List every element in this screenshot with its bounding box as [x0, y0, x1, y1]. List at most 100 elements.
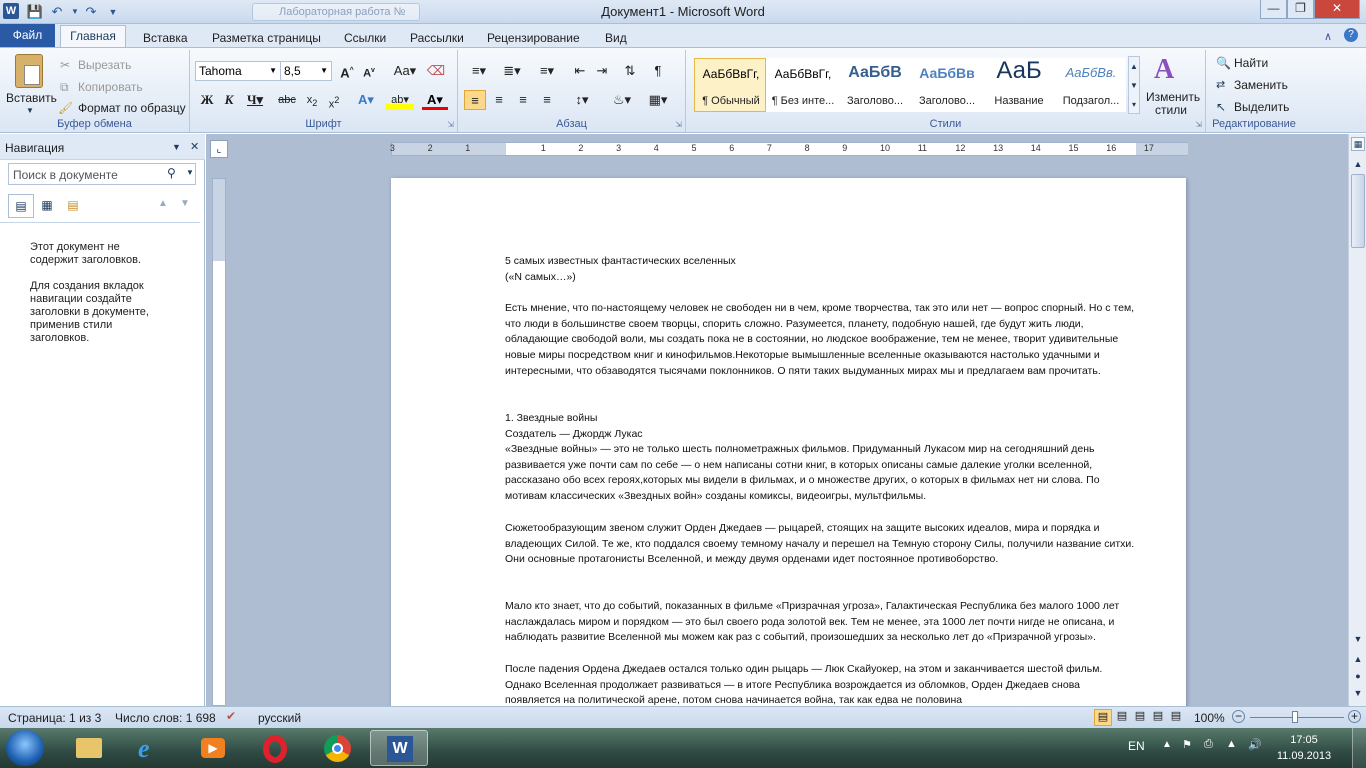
clear-formatting-icon[interactable]: ⌫	[426, 61, 446, 81]
paste-dropdown-icon[interactable]: ▼	[26, 106, 34, 115]
tab-references[interactable]: Ссылки	[344, 28, 386, 48]
explorer-taskbar-icon[interactable]	[60, 730, 118, 766]
styles-dialog-launcher-icon[interactable]: ⇲	[1195, 120, 1202, 129]
nav-search-input[interactable]: Поиск в документе ⚲ ▼	[8, 163, 196, 185]
prev-page-icon[interactable]: ▲	[1350, 654, 1366, 664]
search-icon[interactable]: ⚲	[167, 166, 176, 180]
tab-file[interactable]: Файл	[0, 24, 55, 47]
paste-icon[interactable]	[15, 54, 43, 88]
minimize-button[interactable]: —	[1260, 0, 1287, 19]
draft-icon[interactable]: ▤	[1168, 709, 1184, 722]
borders-icon[interactable]: ▦▾	[644, 90, 672, 110]
sort-icon[interactable]: ⇅	[620, 61, 640, 81]
clock-date[interactable]: 11.09.2013	[1268, 750, 1340, 762]
nav-results-tab-icon[interactable]: ▤	[60, 194, 86, 218]
zoom-in-icon[interactable]: +	[1348, 710, 1361, 723]
underline-icon[interactable]: Ч▾	[244, 90, 266, 110]
word-count[interactable]: Число слов: 1 698	[115, 711, 216, 725]
tab-insert[interactable]: Вставка	[143, 28, 188, 48]
styles-scroll[interactable]: ▲ ▼ ▾	[1128, 56, 1140, 114]
tab-view[interactable]: Вид	[605, 28, 627, 48]
italic-icon[interactable]: К	[220, 90, 238, 110]
replace-icon[interactable]: ⇄	[1216, 78, 1225, 91]
help-icon[interactable]: ?	[1344, 28, 1358, 42]
format-painter-button[interactable]: Формат по образцу	[78, 101, 186, 115]
scroll-thumb[interactable]	[1351, 174, 1365, 248]
media-player-taskbar-icon[interactable]: ▶	[184, 730, 242, 766]
zoom-out-icon[interactable]: −	[1232, 710, 1245, 723]
style-heading-2[interactable]: АаБбВв Заголово...	[910, 58, 982, 112]
language-indicator[interactable]: EN	[1128, 739, 1145, 753]
show-desktop-button[interactable]	[1352, 728, 1366, 768]
replace-button[interactable]: Заменить	[1234, 78, 1288, 92]
view-ruler-icon[interactable]: ▦	[1351, 137, 1365, 151]
tab-page-layout[interactable]: Разметка страницы	[212, 28, 321, 48]
multilevel-list-icon[interactable]: ≡▾	[534, 61, 560, 81]
zoom-slider-thumb[interactable]	[1292, 711, 1298, 723]
shrink-font-icon[interactable]: Av	[360, 61, 378, 81]
format-painter-icon[interactable]: 🖌	[58, 101, 73, 115]
highlight-icon[interactable]: ab▾	[386, 90, 414, 110]
paste-button[interactable]: Вставить	[6, 91, 57, 105]
nav-close-icon[interactable]: ✕	[190, 140, 199, 153]
binoculars-icon[interactable]: 🔍	[1216, 56, 1231, 70]
printer-icon[interactable]: ⎙	[1204, 738, 1213, 751]
tab-home[interactable]: Главная	[60, 25, 126, 48]
next-page-icon[interactable]: ▼	[1350, 688, 1366, 698]
nav-headings-tab-icon[interactable]: ▤	[8, 194, 34, 218]
font-color-icon[interactable]: A▾	[422, 90, 448, 110]
justify-icon[interactable]: ≡	[536, 90, 558, 110]
style-subtitle[interactable]: АаБбВв. Подзагол...	[1054, 58, 1126, 112]
tab-review[interactable]: Рецензирование	[487, 28, 580, 48]
select-icon[interactable]: ↖	[1216, 100, 1226, 114]
align-left-icon[interactable]: ≡	[464, 90, 486, 110]
grow-font-icon[interactable]: A^	[338, 61, 356, 81]
scroll-down-icon[interactable]: ▼	[1350, 634, 1366, 644]
font-name-combo[interactable]: Tahoma ▼	[195, 61, 281, 81]
find-button[interactable]: Найти	[1234, 56, 1268, 70]
volume-icon[interactable]: 🔊	[1248, 738, 1262, 751]
print-layout-icon[interactable]: ▤	[1094, 709, 1112, 726]
font-size-combo[interactable]: 8,5 ▼	[280, 61, 332, 81]
language[interactable]: русский	[258, 711, 301, 725]
bullets-icon[interactable]: ≡▾	[466, 61, 492, 81]
subscript-icon[interactable]: x2	[302, 90, 322, 110]
tray-expand-icon[interactable]: ▲	[1162, 739, 1172, 750]
start-button-icon[interactable]	[6, 730, 44, 766]
nav-pages-tab-icon[interactable]: ▦	[34, 194, 60, 218]
change-styles-icon[interactable]: A	[1154, 54, 1174, 86]
vertical-ruler[interactable]	[212, 178, 226, 706]
outline-icon[interactable]: ▤	[1150, 709, 1166, 722]
line-spacing-icon[interactable]: ↕▾	[568, 90, 596, 110]
vertical-scrollbar[interactable]: ▦ ▲ ▼ ▲ ● ▼	[1348, 134, 1366, 706]
text-effects-icon[interactable]: A▾	[354, 90, 378, 110]
network-icon[interactable]: ▲	[1226, 738, 1237, 750]
tab-selector-icon[interactable]: ⌞	[210, 140, 228, 158]
nav-next-icon[interactable]: ▼	[180, 198, 190, 209]
change-styles-button[interactable]: Изменить	[1146, 90, 1200, 104]
shading-icon[interactable]: ♨▾	[608, 90, 636, 110]
decrease-indent-icon[interactable]: ⇤	[570, 61, 590, 81]
minimize-ribbon-icon[interactable]: ∧	[1324, 30, 1332, 43]
nav-prev-icon[interactable]: ▲	[158, 198, 168, 209]
close-button[interactable]: ✕	[1314, 0, 1360, 19]
browse-object-icon[interactable]: ●	[1350, 671, 1366, 681]
full-screen-reading-icon[interactable]: ▤	[1114, 709, 1130, 722]
chrome-taskbar-icon[interactable]	[308, 730, 366, 766]
pilcrow-icon[interactable]: ¶	[648, 61, 668, 81]
ie-taskbar-icon[interactable]: e	[122, 730, 180, 766]
numbering-icon[interactable]: ≣▾	[498, 61, 526, 81]
search-options-icon[interactable]: ▼	[186, 168, 194, 177]
action-center-icon[interactable]: ⚑	[1182, 738, 1192, 751]
font-dialog-launcher-icon[interactable]: ⇲	[447, 120, 454, 129]
select-button[interactable]: Выделить	[1234, 100, 1289, 114]
style-normal[interactable]: АаБбВвГг, ¶ Обычный	[694, 58, 766, 112]
opera-taskbar-icon[interactable]	[246, 730, 304, 766]
strikethrough-icon[interactable]: abc	[276, 90, 298, 110]
nav-menu-icon[interactable]: ▼	[172, 142, 181, 152]
zoom-level[interactable]: 100%	[1194, 711, 1225, 725]
word-taskbar-icon[interactable]: W	[370, 730, 428, 766]
increase-indent-icon[interactable]: ⇥	[592, 61, 612, 81]
superscript-icon[interactable]: x2	[324, 90, 344, 111]
web-layout-icon[interactable]: ▤	[1132, 709, 1148, 722]
